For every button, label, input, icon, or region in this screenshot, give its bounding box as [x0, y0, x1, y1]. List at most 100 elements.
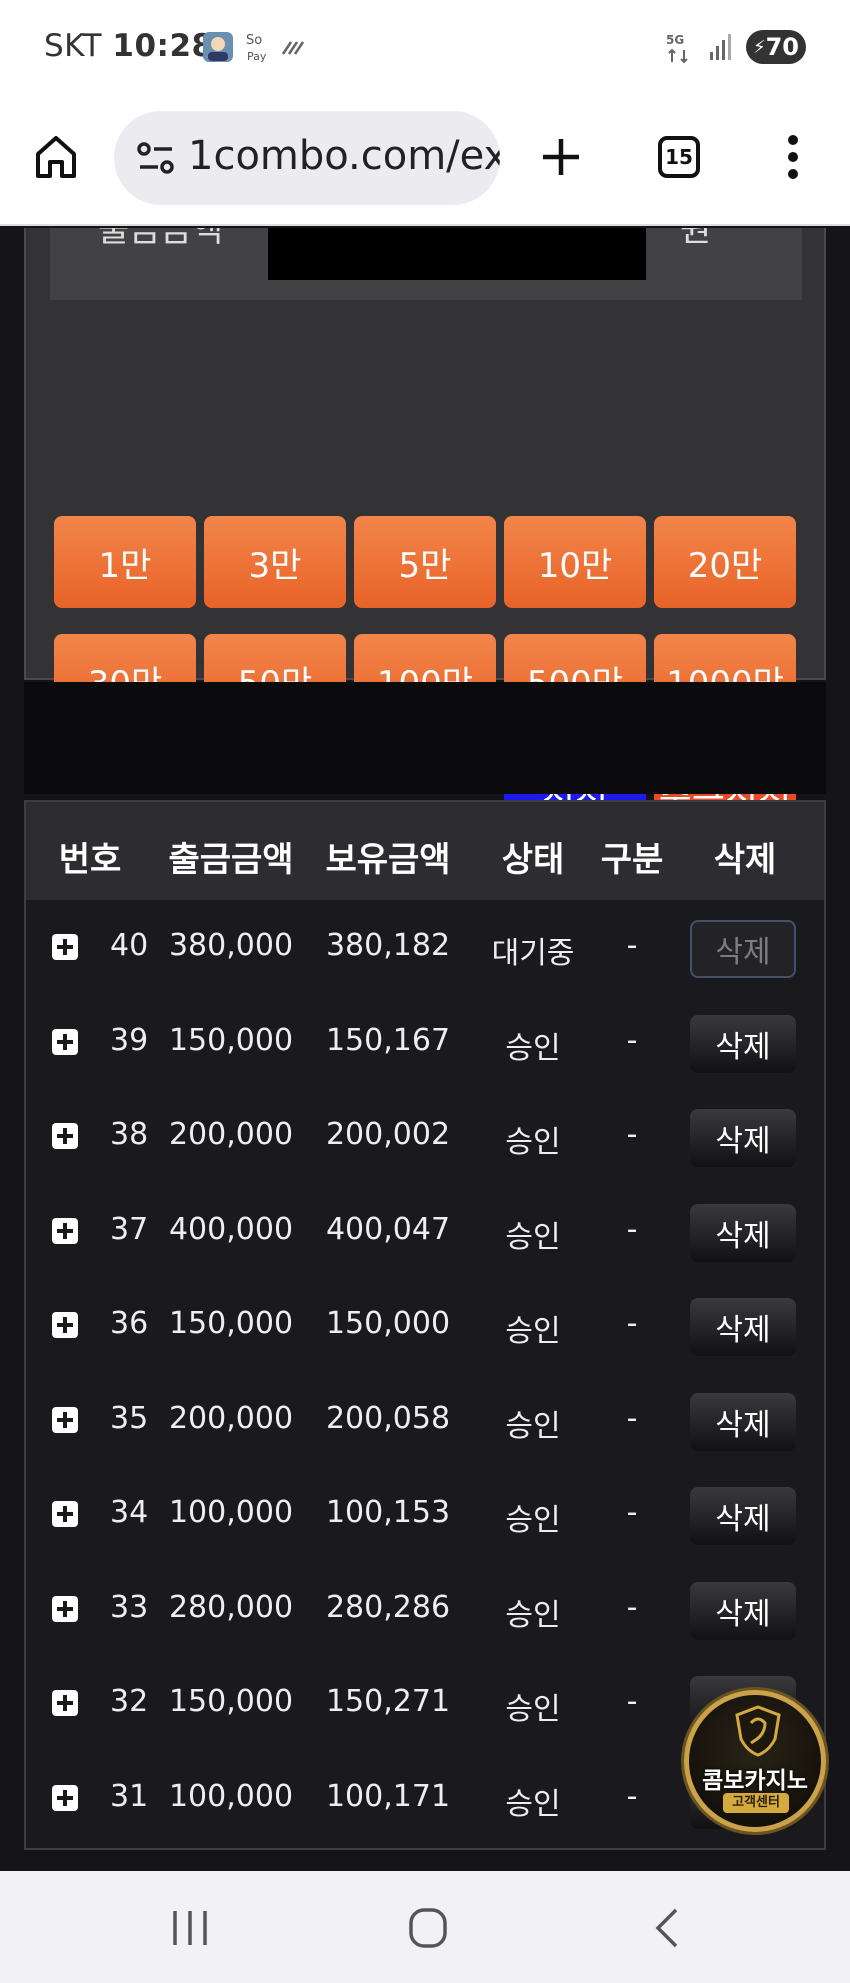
new-tab-plus-icon[interactable]	[540, 136, 582, 178]
row-amount: 150,000	[168, 1684, 294, 1719]
row-number: 32	[110, 1684, 149, 1719]
row-number: 36	[110, 1306, 149, 1341]
svg-text:Pay: Pay	[247, 50, 267, 63]
quick-amount-button[interactable]: 3만	[204, 516, 346, 608]
row-status: 승인	[505, 1314, 561, 1349]
delete-button[interactable]: 삭제	[690, 1487, 796, 1545]
row-balance: 200,002	[325, 1117, 451, 1152]
amount-label: 출금금액	[98, 228, 224, 250]
expand-plus-icon[interactable]	[52, 1312, 78, 1338]
header-delete: 삭제	[713, 840, 777, 880]
delete-button[interactable]: 삭제	[690, 1203, 796, 1262]
back-nav-icon[interactable]	[652, 1907, 682, 1949]
row-status: 승인	[505, 1597, 561, 1633]
row-amount: 400,000	[168, 1211, 294, 1247]
expand-plus-icon[interactable]	[52, 1690, 78, 1716]
expand-plus-icon[interactable]	[52, 1028, 78, 1055]
row-type: -	[626, 1589, 638, 1625]
row-amount: 380,000	[168, 928, 294, 963]
header-status: 상태	[501, 840, 565, 880]
row-amount: 200,000	[168, 1400, 294, 1436]
withdraw-history-table: 번호 출금금액 보유금액 상태 구분 삭제 40 380,000 380,182 대기…	[24, 800, 826, 1850]
svg-text:5G: 5G	[666, 33, 684, 47]
row-amount: 200,000	[168, 1117, 294, 1152]
customer-center-badge[interactable]: 콤보카지노 고객센터	[684, 1690, 826, 1832]
table-row: 36 150,000 150,000 승인 - 삭제	[26, 1278, 824, 1372]
row-balance: 150,271	[325, 1684, 451, 1719]
header-balance: 보유금액	[325, 840, 451, 880]
header-no: 번호	[58, 840, 122, 880]
row-number: 38	[110, 1117, 149, 1152]
row-type: -	[626, 1022, 638, 1058]
row-type: -	[626, 1306, 638, 1341]
row-amount: 280,000	[168, 1589, 294, 1625]
amount-row: 출금금액 원	[50, 228, 802, 300]
row-number: 35	[110, 1400, 149, 1436]
expand-plus-icon[interactable]	[52, 1501, 78, 1527]
row-type: -	[626, 1495, 638, 1530]
amount-input[interactable]	[268, 228, 646, 280]
delete-button[interactable]: 삭제	[690, 1109, 796, 1167]
url-text: 1combo.com/ex	[188, 133, 500, 179]
row-status: 승인	[505, 1125, 561, 1160]
row-type: -	[626, 1778, 638, 1814]
table-header: 번호 출금금액 보유금액 상태 구분 삭제	[26, 802, 824, 900]
row-balance: 100,153	[325, 1495, 451, 1530]
browser-toolbar: 1combo.com/ex 15	[0, 96, 850, 226]
empty-section	[24, 682, 826, 794]
row-balance: 380,182	[325, 928, 451, 963]
recent-apps-icon[interactable]	[170, 1909, 210, 1947]
home-nav-icon[interactable]	[408, 1907, 448, 1949]
expand-plus-icon[interactable]	[52, 1784, 78, 1811]
table-row: 34 100,000 100,153 승인 - 삭제	[26, 1467, 824, 1561]
address-bar[interactable]: 1combo.com/ex	[114, 111, 500, 205]
table-row: 38 200,000 200,002 승인 - 삭제	[26, 1089, 824, 1183]
shield-logo-icon	[735, 1705, 781, 1757]
home-icon[interactable]	[34, 134, 78, 180]
delete-button[interactable]: 삭제	[690, 1392, 796, 1451]
row-status: 승인	[505, 1692, 561, 1727]
expand-plus-icon[interactable]	[52, 1406, 78, 1433]
delete-button[interactable]: 삭제	[690, 1581, 796, 1640]
amount-unit: 원	[680, 228, 712, 250]
row-number: 33	[110, 1589, 149, 1625]
row-balance: 280,286	[325, 1589, 451, 1625]
status-bar: SKT 10:28 So Pay 5G ⚡ 70	[0, 0, 850, 96]
site-settings-icon[interactable]	[136, 141, 176, 175]
table-row: 35 200,000 200,058 승인 - 삭제	[26, 1373, 824, 1467]
row-number: 31	[110, 1778, 149, 1814]
delete-button[interactable]: 삭제	[690, 1014, 796, 1073]
row-type: -	[626, 1400, 638, 1436]
header-type: 구분	[600, 840, 664, 880]
quick-amount-button[interactable]: 20만	[654, 516, 796, 608]
row-amount: 100,000	[168, 1495, 294, 1530]
table-row: 37 400,000 400,047 승인 - 삭제	[26, 1184, 824, 1278]
nfc-icon	[281, 41, 305, 55]
tab-switcher-icon[interactable]: 15	[658, 136, 700, 178]
badge-title: 콤보카지노	[702, 1768, 808, 1794]
row-number: 37	[110, 1211, 149, 1247]
battery-indicator: ⚡ 70	[746, 30, 806, 64]
row-status: 승인	[505, 1786, 561, 1822]
quick-amount-button[interactable]: 10만	[504, 516, 646, 608]
badge-subtitle: 고객센터	[723, 1793, 789, 1813]
row-status: 승인	[505, 1408, 561, 1444]
delete-button[interactable]: 삭제	[690, 920, 796, 978]
row-number: 40	[110, 928, 149, 963]
row-type: -	[626, 1211, 638, 1247]
expand-plus-icon[interactable]	[52, 1123, 78, 1149]
row-number: 34	[110, 1495, 149, 1530]
expand-plus-icon[interactable]	[52, 1217, 78, 1244]
delete-button[interactable]: 삭제	[690, 1298, 796, 1356]
quick-amount-button[interactable]: 5만	[354, 516, 496, 608]
row-amount: 150,000	[168, 1306, 294, 1341]
row-status: 대기중	[491, 936, 575, 971]
expand-plus-icon[interactable]	[52, 1595, 78, 1622]
row-number: 39	[110, 1022, 149, 1058]
expand-plus-icon[interactable]	[52, 934, 78, 960]
more-menu-icon[interactable]	[786, 134, 800, 180]
quick-amount-button[interactable]: 1만	[54, 516, 196, 608]
system-nav-bar	[0, 1871, 850, 1983]
row-type: -	[626, 1117, 638, 1152]
signal-icon	[710, 34, 731, 60]
